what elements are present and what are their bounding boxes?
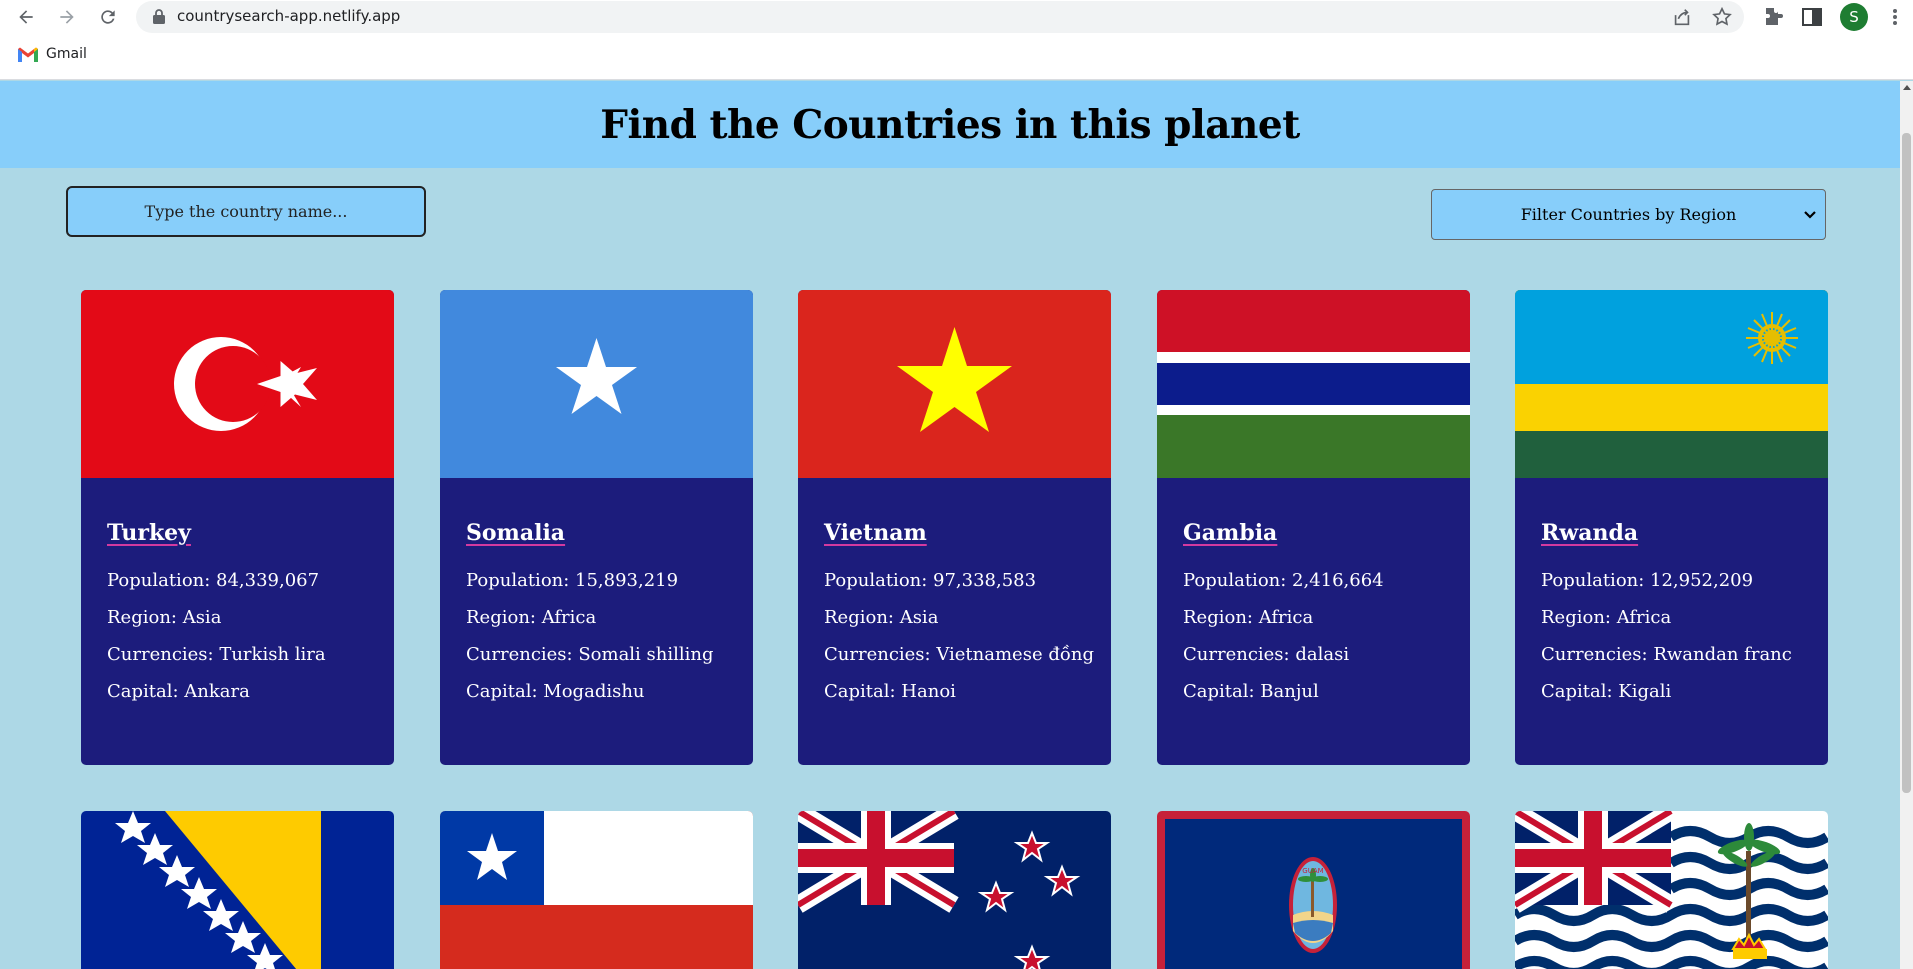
- country-name[interactable]: Gambia: [1183, 520, 1460, 546]
- somalia-flag: [440, 290, 753, 478]
- currencies: Currencies: Somali shilling: [466, 644, 714, 665]
- chile-flag[interactable]: [440, 811, 753, 969]
- population: Population: 12,952,209: [1541, 570, 1754, 591]
- gmail-icon: [18, 47, 38, 62]
- capital: Capital: Ankara: [107, 681, 250, 702]
- country-card[interactable]: Gambia Population: 2,416,664 Region: Afr…: [1157, 290, 1470, 765]
- lock-icon: [153, 9, 165, 24]
- browser-toolbar: countrysearch-app.netlify.app S: [0, 0, 1913, 35]
- more-menu-icon[interactable]: [1885, 5, 1905, 29]
- region: Region: Asia: [824, 607, 939, 628]
- forward-icon[interactable]: [53, 3, 81, 31]
- country-name[interactable]: Somalia: [466, 520, 743, 546]
- currencies: Currencies: dalasi: [1183, 644, 1350, 665]
- bookmark-star-icon[interactable]: [1711, 6, 1733, 28]
- capital: Capital: Hanoi: [824, 681, 956, 702]
- capital: Capital: Mogadishu: [466, 681, 645, 702]
- url-text[interactable]: countrysearch-app.netlify.app: [177, 7, 400, 25]
- currencies: Currencies: Vietnamese đồng: [824, 644, 1094, 665]
- region-filter-select[interactable]: Filter Countries by Region: [1431, 189, 1826, 240]
- page-title: Find the Countries in this planet: [600, 101, 1300, 148]
- search-input[interactable]: [66, 186, 426, 237]
- population: Population: 15,893,219: [466, 570, 679, 591]
- gambia-flag: [1157, 290, 1470, 478]
- share-icon[interactable]: [1671, 6, 1693, 28]
- country-card[interactable]: Rwanda Population: 12,952,209 Region: Af…: [1515, 290, 1828, 765]
- rwanda-flag: [1515, 290, 1828, 478]
- region: Region: Africa: [466, 607, 597, 628]
- back-icon[interactable]: [12, 3, 40, 31]
- avatar[interactable]: S: [1840, 3, 1868, 31]
- bookmarks-bar: Gmail: [0, 35, 1913, 80]
- vietnam-flag: [798, 290, 1111, 478]
- scroll-up-arrow-icon[interactable]: [1903, 85, 1911, 90]
- bookmark-gmail[interactable]: Gmail: [18, 46, 87, 62]
- card-info: Gambia Population: 2,416,664 Region: Afr…: [1183, 520, 1460, 710]
- population: Population: 2,416,664: [1183, 570, 1384, 591]
- currencies: Currencies: Turkish lira: [107, 644, 326, 665]
- region: Region: Africa: [1183, 607, 1314, 628]
- card-info: Turkey Population: 84,339,067 Region: As…: [107, 520, 384, 710]
- country-card[interactable]: Turkey Population: 84,339,067 Region: As…: [81, 290, 394, 765]
- country-card[interactable]: Somalia Population: 15,893,219 Region: A…: [440, 290, 753, 765]
- side-panel-icon[interactable]: [1800, 5, 1824, 29]
- capital: Capital: Kigali: [1541, 681, 1672, 702]
- british-indian-ocean-territory-flag[interactable]: [1515, 811, 1828, 969]
- bookmark-label: Gmail: [46, 46, 87, 62]
- population: Population: 97,338,583: [824, 570, 1037, 591]
- guam-flag-text: GUAM: [1302, 867, 1323, 875]
- card-info: Rwanda Population: 12,952,209 Region: Af…: [1541, 520, 1818, 710]
- page-header: Find the Countries in this planet: [0, 81, 1900, 168]
- bosnia-flag[interactable]: [81, 811, 394, 969]
- country-name[interactable]: Turkey: [107, 520, 384, 546]
- scrollbar-thumb[interactable]: [1902, 133, 1911, 793]
- currencies: Currencies: Rwandan franc: [1541, 644, 1792, 665]
- capital: Capital: Banjul: [1183, 681, 1319, 702]
- region: Region: Asia: [107, 607, 222, 628]
- country-name[interactable]: Rwanda: [1541, 520, 1818, 546]
- region-filter-label: Filter Countries by Region: [1520, 205, 1737, 224]
- reload-icon[interactable]: [94, 3, 122, 31]
- guam-flag[interactable]: GUAM: [1157, 811, 1470, 969]
- turkey-flag: [81, 290, 394, 478]
- country-name[interactable]: Vietnam: [824, 520, 1101, 546]
- population: Population: 84,339,067: [107, 570, 320, 591]
- card-info: Vietnam Population: 97,338,583 Region: A…: [824, 520, 1101, 710]
- chevron-down-icon: [1804, 211, 1816, 219]
- region: Region: Africa: [1541, 607, 1672, 628]
- extensions-icon[interactable]: [1761, 5, 1785, 29]
- new-zealand-flag[interactable]: [798, 811, 1111, 969]
- card-info: Somalia Population: 15,893,219 Region: A…: [466, 520, 743, 710]
- country-card[interactable]: Vietnam Population: 97,338,583 Region: A…: [798, 290, 1111, 765]
- page-scrollbar[interactable]: [1900, 81, 1913, 969]
